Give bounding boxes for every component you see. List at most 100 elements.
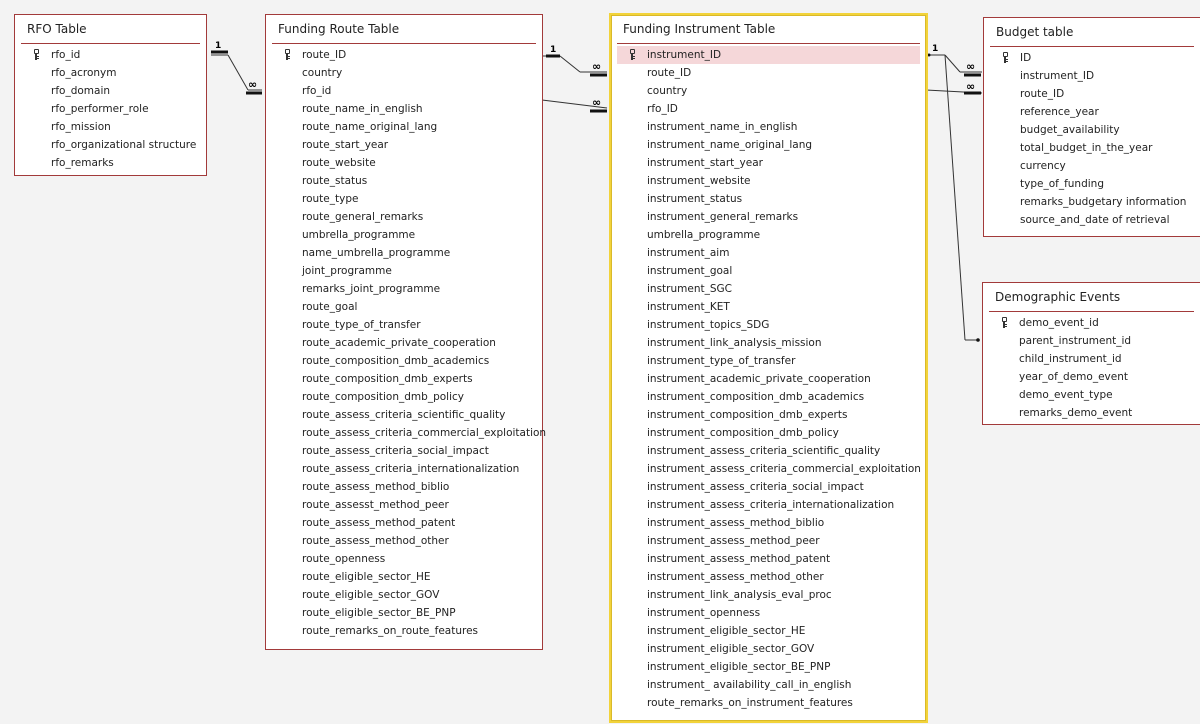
field-item[interactable]: instrument_assess_method_peer (611, 532, 926, 550)
funding-route-table[interactable]: Funding Route Table route_ID country rfo_i… (265, 14, 546, 650)
field-item[interactable]: instrument_start_year (611, 154, 926, 172)
field-item[interactable]: instrument_name_original_lang (611, 136, 926, 154)
field-item[interactable]: currency (984, 157, 1200, 175)
field-item[interactable]: route_assess_criteria_scientific_quality (266, 406, 542, 424)
field-item[interactable]: instrument_ID (617, 46, 920, 64)
field-item[interactable]: instrument_composition_dmb_academics (611, 388, 926, 406)
field-item[interactable]: route_remarks_on_route_features (266, 622, 542, 640)
rfo-table[interactable]: RFO Table rfo_id rfo_acronym rfo_domain rfo… (14, 14, 207, 176)
field-item[interactable]: route_composition_dmb_experts (266, 370, 542, 388)
field-item[interactable]: route_start_year (266, 136, 542, 154)
field-item[interactable]: reference_year (984, 103, 1200, 121)
field-item[interactable]: instrument_eligible_sector_BE_PNP (611, 658, 926, 676)
field-item[interactable]: instrument_link_analysis_eval_proc (611, 586, 926, 604)
field-item[interactable]: route_name_in_english (266, 100, 542, 118)
field-item[interactable]: rfo_ID (611, 100, 926, 118)
field-item[interactable]: instrument_KET (611, 298, 926, 316)
field-item[interactable]: instrument_general_remarks (611, 208, 926, 226)
field-item[interactable]: instrument_assess_method_other (611, 568, 926, 586)
field-item[interactable]: route_name_original_lang (266, 118, 542, 136)
field-item[interactable]: instrument_openness (611, 604, 926, 622)
field-item[interactable]: instrument_ availability_call_in_english (611, 676, 926, 694)
field-item[interactable]: rfo_acronym (15, 64, 206, 82)
field-item[interactable]: umbrella_programme (611, 226, 926, 244)
field-item[interactable]: ID (984, 49, 1200, 67)
field-item[interactable]: instrument_link_analysis_mission (611, 334, 926, 352)
field-item[interactable]: route_composition_dmb_academics (266, 352, 542, 370)
field-item[interactable]: name_umbrella_programme (266, 244, 542, 262)
field-item[interactable]: instrument_assess_method_patent (611, 550, 926, 568)
field-item[interactable]: route_assess_criteria_social_impact (266, 442, 542, 460)
field-item[interactable]: instrument_aim (611, 244, 926, 262)
field-item[interactable]: rfo_remarks (15, 154, 206, 172)
field-item[interactable]: instrument_SGC (611, 280, 926, 298)
field-item[interactable]: instrument_assess_criteria_commercial_ex… (611, 460, 926, 478)
field-item[interactable]: route_type (266, 190, 542, 208)
field-item[interactable]: route_status (266, 172, 542, 190)
field-item[interactable]: instrument_website (611, 172, 926, 190)
field-item[interactable]: route_composition_dmb_policy (266, 388, 542, 406)
field-item[interactable]: demo_event_type (983, 386, 1200, 404)
field-item[interactable]: budget_availability (984, 121, 1200, 139)
field-item[interactable]: route_assess_method_biblio (266, 478, 542, 496)
field-item[interactable]: instrument_goal (611, 262, 926, 280)
field-item[interactable]: rfo_id (266, 82, 542, 100)
field-item[interactable]: route_assess_method_patent (266, 514, 542, 532)
budget-table-title[interactable]: Budget table (990, 18, 1194, 47)
field-item[interactable]: instrument_composition_dmb_experts (611, 406, 926, 424)
field-item[interactable]: instrument_topics_SDG (611, 316, 926, 334)
field-item[interactable]: route_assess_criteria_internationalizati… (266, 460, 542, 478)
field-item[interactable]: instrument_assess_method_biblio (611, 514, 926, 532)
field-item[interactable]: instrument_assess_criteria_social_impact (611, 478, 926, 496)
field-item[interactable]: route_eligible_sector_GOV (266, 586, 542, 604)
field-item[interactable]: route_assesst_method_peer (266, 496, 542, 514)
field-item[interactable]: rfo_performer_role (15, 100, 206, 118)
field-item[interactable]: instrument_assess_criteria_scientific_qu… (611, 442, 926, 460)
field-item[interactable]: remarks_joint_programme (266, 280, 542, 298)
field-item[interactable]: route_general_remarks (266, 208, 542, 226)
field-item[interactable]: country (611, 82, 926, 100)
field-item[interactable]: route_assess_method_other (266, 532, 542, 550)
field-item[interactable]: route_ID (984, 85, 1200, 103)
field-item[interactable]: umbrella_programme (266, 226, 542, 244)
field-item[interactable]: instrument_composition_dmb_policy (611, 424, 926, 442)
field-item[interactable]: route_ID (611, 64, 926, 82)
field-item[interactable]: instrument_status (611, 190, 926, 208)
field-item[interactable]: route_academic_private_cooperation (266, 334, 542, 352)
field-item[interactable]: year_of_demo_event (983, 368, 1200, 386)
field-item[interactable]: type_of_funding (984, 175, 1200, 193)
field-item[interactable]: route_ID (266, 46, 542, 64)
field-item[interactable]: route_remarks_on_instrument_features (611, 694, 926, 712)
field-item[interactable]: route_eligible_sector_HE (266, 568, 542, 586)
field-item[interactable]: rfo_mission (15, 118, 206, 136)
field-item[interactable]: child_instrument_id (983, 350, 1200, 368)
field-item[interactable]: source_and_date of retrieval (984, 211, 1200, 229)
demographic-events-table-title[interactable]: Demographic Events (989, 283, 1194, 312)
field-item[interactable]: rfo_organizational structure (15, 136, 206, 154)
field-item[interactable]: demo_event_id (983, 314, 1200, 332)
field-item[interactable]: route_openness (266, 550, 542, 568)
field-item[interactable]: country (266, 64, 542, 82)
field-item[interactable]: rfo_id (15, 46, 206, 64)
field-item[interactable]: instrument_academic_private_cooperation (611, 370, 926, 388)
funding-instrument-table-title[interactable]: Funding Instrument Table (617, 15, 920, 44)
field-item[interactable]: rfo_domain (15, 82, 206, 100)
field-item[interactable]: instrument_name_in_english (611, 118, 926, 136)
budget-table[interactable]: Budget table ID instrument_ID route_ID refe… (983, 17, 1200, 237)
field-item[interactable]: instrument_ID (984, 67, 1200, 85)
field-item[interactable]: instrument_eligible_sector_GOV (611, 640, 926, 658)
field-item[interactable]: route_goal (266, 298, 542, 316)
field-item[interactable]: route_type_of_transfer (266, 316, 542, 334)
field-item[interactable]: remarks_budgetary information (984, 193, 1200, 211)
field-item[interactable]: route_assess_criteria_commercial_exploit… (266, 424, 546, 442)
field-item[interactable]: total_budget_in_the_year (984, 139, 1200, 157)
funding-route-table-title[interactable]: Funding Route Table (272, 15, 536, 44)
field-item[interactable]: parent_instrument_id (983, 332, 1200, 350)
funding-instrument-table[interactable]: Funding Instrument Table instrument_ID ro… (609, 13, 928, 723)
field-item[interactable]: instrument_assess_criteria_international… (611, 496, 926, 514)
rfo-table-title[interactable]: RFO Table (21, 15, 200, 44)
demographic-events-table[interactable]: Demographic Events demo_event_id parent_i… (982, 282, 1200, 425)
field-item[interactable]: joint_programme (266, 262, 542, 280)
field-item[interactable]: route_eligible_sector_BE_PNP (266, 604, 542, 622)
field-item[interactable]: instrument_type_of_transfer (611, 352, 926, 370)
